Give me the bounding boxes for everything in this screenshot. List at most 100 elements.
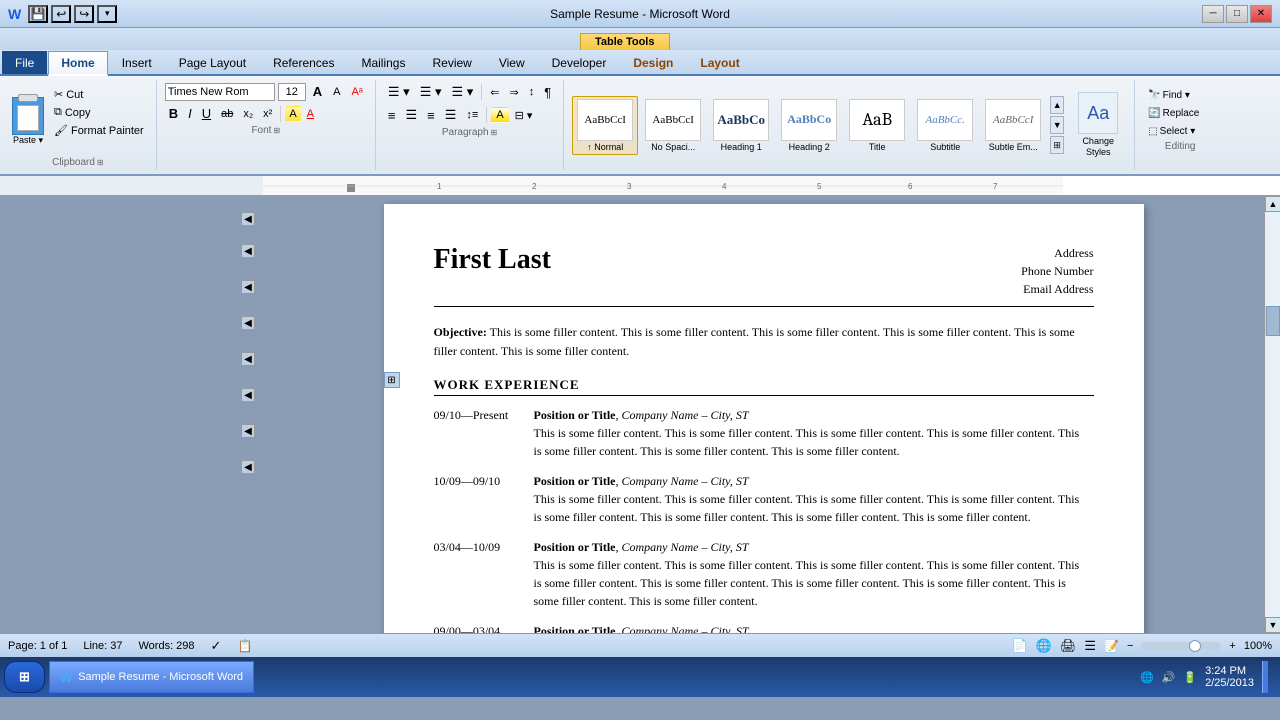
tab-file[interactable]: File [2, 51, 47, 74]
word-icon: W [8, 6, 21, 22]
nav-arrow-1[interactable]: ◀ [241, 212, 255, 226]
tab-developer[interactable]: Developer [539, 51, 620, 74]
cut-icon: ✂ [54, 88, 63, 101]
font-size-input[interactable] [278, 83, 306, 101]
cut-button[interactable]: ✂ Cut [50, 86, 148, 103]
table-move-handle[interactable]: ⊞ [384, 372, 400, 388]
save-button[interactable]: 💾 [28, 5, 48, 23]
view-web-icon[interactable]: 🌐 [1036, 638, 1052, 654]
tab-layout[interactable]: Layout [687, 51, 752, 74]
maximize-button[interactable]: □ [1226, 5, 1248, 23]
style-title-button[interactable]: AaB Title [844, 96, 910, 155]
undo-button[interactable]: ↩ [51, 5, 71, 23]
shrink-font-button[interactable]: A [329, 84, 344, 100]
redo-button[interactable]: ↪ [74, 5, 94, 23]
right-scrollbar[interactable]: ▲ ▼ [1264, 196, 1280, 633]
tab-references[interactable]: References [260, 51, 347, 74]
zoom-slider[interactable] [1141, 642, 1221, 650]
show-paragraph-button[interactable]: ¶ [540, 83, 555, 102]
style-subtitle-button[interactable]: AaBbCc. Subtitle [912, 96, 978, 155]
nav-arrow-2[interactable]: ◀ [241, 244, 255, 258]
view-normal-icon[interactable]: 📄 [1011, 638, 1027, 654]
styles-scroll-down-button[interactable]: ▼ [1050, 116, 1064, 134]
scroll-thumb[interactable] [1266, 306, 1280, 336]
underline-button[interactable]: U [198, 104, 215, 123]
subscript-button[interactable]: x₂ [239, 106, 257, 122]
tab-review[interactable]: Review [419, 51, 484, 74]
select-button[interactable]: ⬚ Select ▾ [1143, 124, 1217, 139]
align-right-button[interactable]: ≡ [423, 106, 439, 125]
close-button[interactable]: ✕ [1250, 5, 1272, 23]
style-normal-button[interactable]: AaBbCcI ↑ Normal [572, 96, 638, 155]
nav-arrow-4[interactable]: ◀ [241, 316, 255, 330]
format-painter-button[interactable]: 🖌 Format Painter [50, 122, 148, 139]
tab-mailings[interactable]: Mailings [348, 51, 418, 74]
font-expand-icon[interactable]: ⊞ [273, 126, 280, 135]
qa-dropdown-button[interactable]: ▾ [97, 5, 117, 23]
proofing-icon[interactable]: ✓ [211, 638, 222, 654]
styles-more-button[interactable]: ⊞ [1050, 136, 1064, 154]
decrease-indent-button[interactable]: ⇐ [486, 84, 503, 101]
windows-icon: ⊞ [19, 669, 30, 685]
bold-button[interactable]: B [165, 104, 182, 123]
view-print-icon[interactable]: 🖨 [1060, 638, 1077, 654]
taskbar: ⊞ W Sample Resume - Microsoft Word 🌐 🔊 🔋… [0, 657, 1280, 697]
increase-indent-button[interactable]: ⇒ [506, 84, 523, 101]
show-desktop-button[interactable] [1262, 661, 1268, 693]
clipboard-expand-icon[interactable]: ⊞ [97, 158, 104, 167]
zoom-in-button[interactable]: + [1229, 640, 1235, 652]
borders-button[interactable]: ⊟ ▾ [511, 107, 537, 124]
find-button[interactable]: 🔭 Find ▾ [1143, 88, 1217, 103]
nav-arrow-7[interactable]: ◀ [241, 424, 255, 438]
nav-arrow-6[interactable]: ◀ [241, 388, 255, 402]
tab-design[interactable]: Design [620, 51, 686, 74]
tab-view[interactable]: View [486, 51, 538, 74]
style-subtle-em-button[interactable]: AaBbCcI Subtle Em... [980, 96, 1046, 155]
svg-text:5: 5 [817, 182, 822, 191]
change-styles-button[interactable]: Aa Change Styles [1070, 88, 1126, 162]
replace-button[interactable]: 🔄 Replace [1143, 106, 1217, 121]
numbering-button[interactable]: ☰ ▾ [416, 82, 446, 102]
scroll-up-button[interactable]: ▲ [1265, 196, 1280, 212]
scroll-down-button[interactable]: ▼ [1265, 617, 1280, 633]
start-button[interactable]: ⊞ [4, 661, 45, 693]
clear-format-button[interactable]: Aᵃ [347, 84, 366, 100]
document-area[interactable]: ⊞ First Last Address Phone Number Email … [263, 196, 1264, 633]
zoom-out-button[interactable]: − [1127, 640, 1133, 652]
multilevel-button[interactable]: ☰ ▾ [447, 82, 477, 102]
grow-font-button[interactable]: A [309, 82, 326, 101]
minimize-button[interactable]: ─ [1202, 5, 1224, 23]
italic-button[interactable]: I [184, 104, 196, 123]
nav-arrow-3[interactable]: ◀ [241, 280, 255, 294]
track-changes-icon[interactable]: 📋 [237, 639, 252, 653]
style-heading1-button[interactable]: AaBbCo Heading 1 [708, 96, 774, 155]
tab-insert[interactable]: Insert [109, 51, 165, 74]
view-draft-icon[interactable]: 📝 [1104, 639, 1119, 653]
shading-button[interactable]: A [491, 107, 508, 123]
style-heading2-button[interactable]: AaBbCo Heading 2 [776, 96, 842, 155]
paragraph-expand-icon[interactable]: ⊞ [491, 128, 498, 137]
highlight-button[interactable]: A [285, 106, 300, 122]
strikethrough-button[interactable]: ab [217, 106, 237, 122]
nav-arrow-8[interactable]: ◀ [241, 460, 255, 474]
view-outline-icon[interactable]: ☰ [1084, 638, 1096, 654]
copy-button[interactable]: ⧉ Copy [50, 104, 148, 121]
svg-text:6: 6 [908, 182, 913, 191]
format-painter-icon: 🖌 [54, 124, 68, 137]
align-left-button[interactable]: ≡ [384, 106, 400, 125]
sort-button[interactable]: ↕ [525, 84, 539, 100]
superscript-button[interactable]: x² [259, 106, 276, 122]
font-color-button[interactable]: A [303, 106, 318, 122]
tab-page-layout[interactable]: Page Layout [166, 51, 259, 74]
line-spacing-button[interactable]: ↕≡ [462, 107, 482, 123]
tab-home[interactable]: Home [48, 51, 107, 76]
font-name-input[interactable] [165, 83, 275, 101]
paste-button[interactable]: Paste ▾ [8, 82, 48, 150]
bullets-button[interactable]: ☰ ▾ [384, 82, 414, 102]
style-no-spacing-button[interactable]: AaBbCcI No Spaci... [640, 96, 706, 155]
nav-arrow-5[interactable]: ◀ [241, 352, 255, 366]
styles-scroll-up-button[interactable]: ▲ [1050, 96, 1064, 114]
taskbar-word-app[interactable]: W Sample Resume - Microsoft Word [49, 661, 254, 693]
justify-button[interactable]: ☰ [441, 105, 461, 125]
align-center-button[interactable]: ☰ [401, 105, 421, 125]
